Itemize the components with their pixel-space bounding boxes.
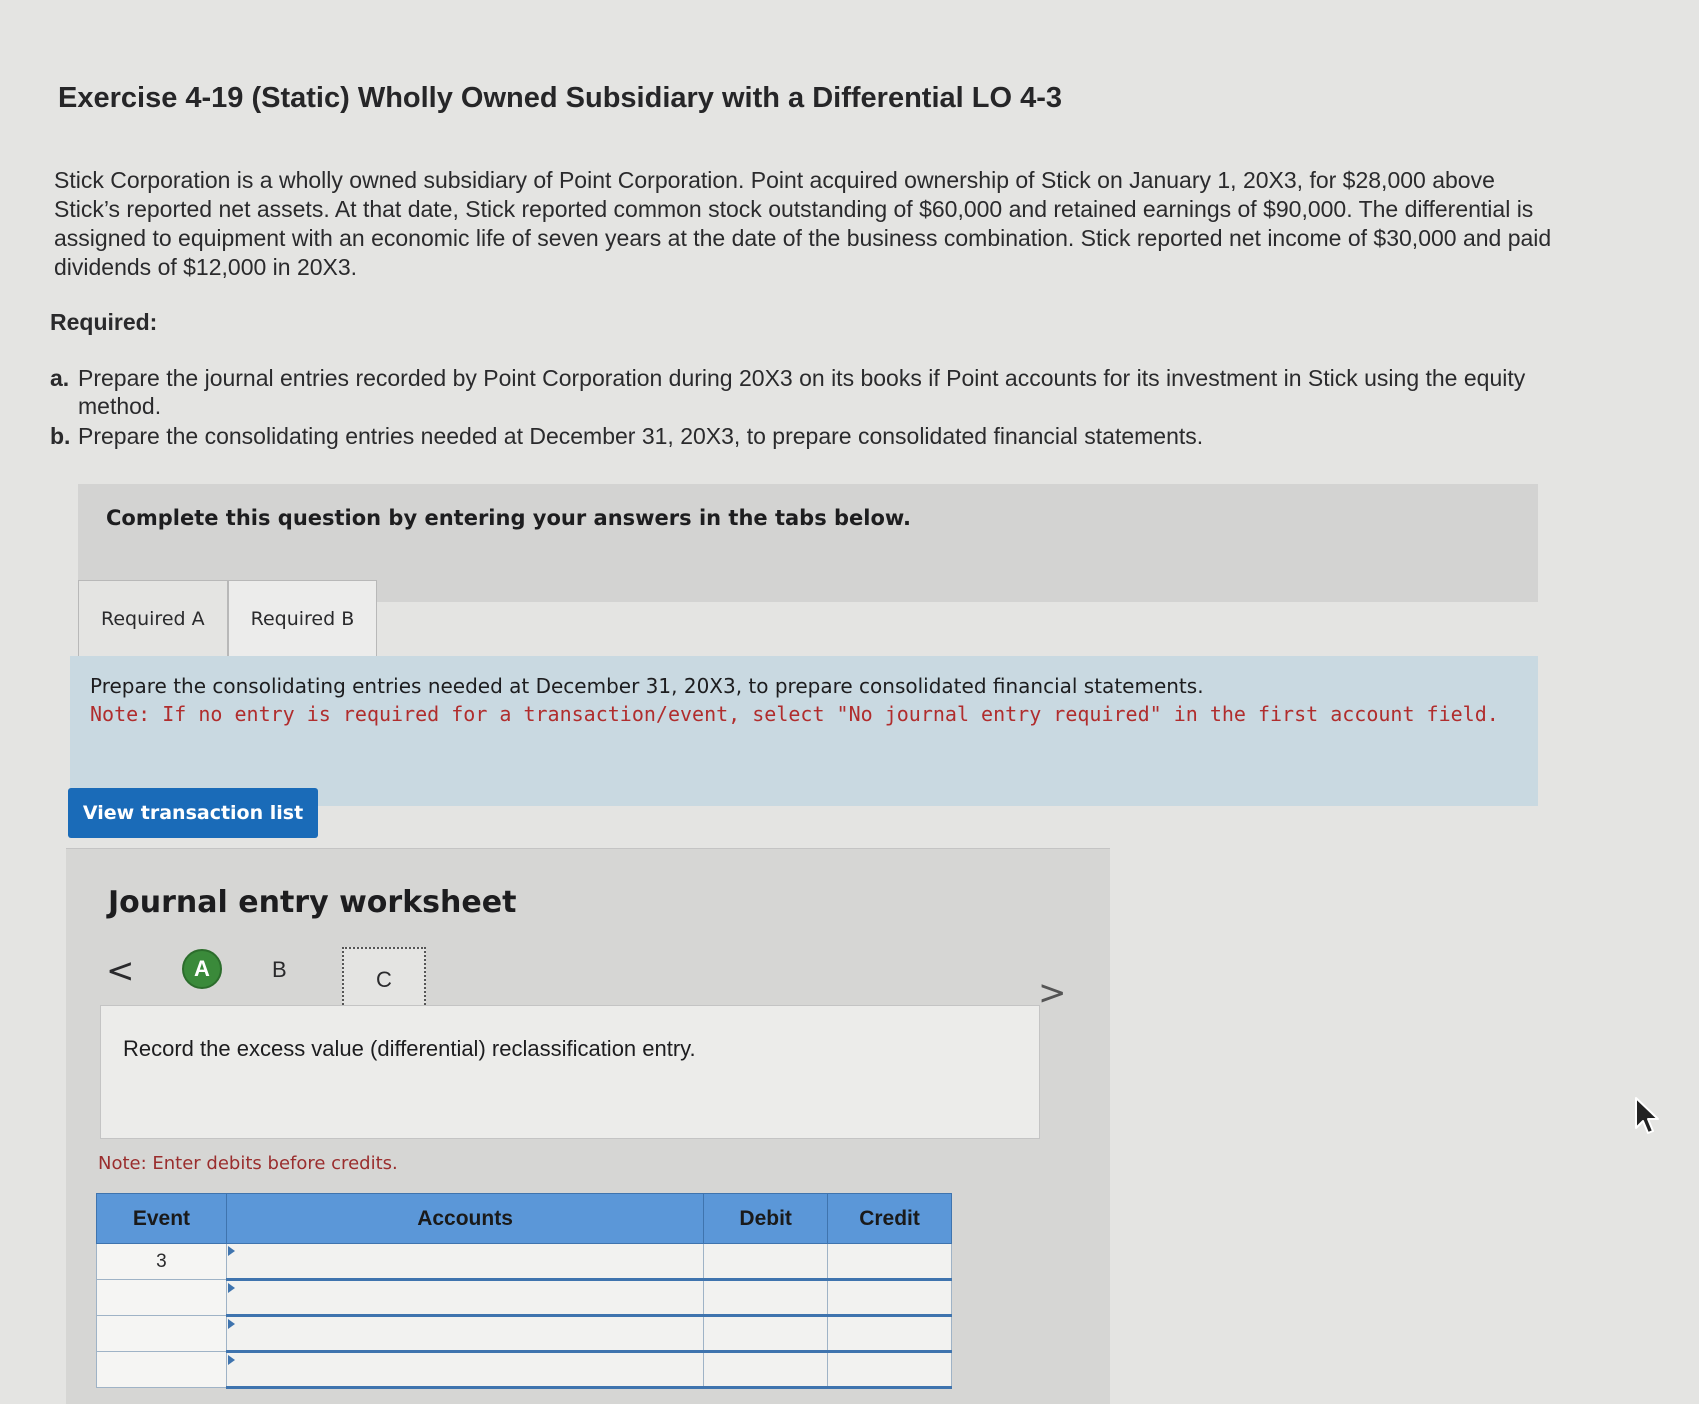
table-header-row: Event Accounts Debit Credit: [96, 1193, 952, 1244]
journal-entry-table: Event Accounts Debit Credit 3: [96, 1193, 952, 1389]
account-select[interactable]: [225, 1351, 705, 1389]
dropdown-marker-icon: [227, 1283, 235, 1293]
mouse-cursor-icon: [1635, 1097, 1659, 1134]
requirement-text: Prepare the journal entries recorded by …: [78, 365, 1526, 419]
tab-required-a[interactable]: Required A: [78, 580, 228, 656]
event-cell: [96, 1351, 227, 1388]
credit-input[interactable]: [827, 1279, 952, 1317]
table-row: [96, 1279, 952, 1317]
column-header-accounts: Accounts: [225, 1193, 705, 1244]
prompt-note: Note: If no entry is required for a tran…: [90, 702, 1499, 726]
event-cell: 3: [96, 1243, 227, 1280]
debit-input[interactable]: [703, 1351, 829, 1389]
instruction-text: Complete this question by entering your …: [106, 506, 911, 530]
chevron-right-icon[interactable]: >: [1038, 973, 1067, 1013]
dropdown-marker-icon: [227, 1355, 235, 1365]
requirement-item: a. Prepare the journal entries recorded …: [50, 364, 1530, 420]
dropdown-marker-icon: [227, 1319, 235, 1329]
table-row: [96, 1315, 952, 1353]
debit-input[interactable]: [703, 1279, 829, 1317]
requirement-letter: a.: [50, 365, 70, 391]
requirement-letter: b.: [50, 423, 71, 449]
credit-input[interactable]: [827, 1351, 952, 1389]
account-select[interactable]: [225, 1315, 705, 1353]
credit-input[interactable]: [827, 1243, 952, 1281]
chevron-left-icon[interactable]: <: [106, 951, 135, 991]
account-select[interactable]: [225, 1279, 705, 1317]
column-header-event: Event: [96, 1193, 227, 1244]
record-instruction-box: Record the excess value (differential) r…: [100, 1005, 1040, 1139]
column-header-credit: Credit: [827, 1193, 952, 1244]
event-cell: [96, 1315, 227, 1352]
prompt-text: Prepare the consolidating entries needed…: [90, 674, 1204, 698]
step-c-button[interactable]: C: [342, 947, 426, 1013]
event-cell: [96, 1279, 227, 1316]
requirement-text: Prepare the consolidating entries needed…: [78, 423, 1204, 449]
debit-input[interactable]: [703, 1315, 829, 1353]
account-select[interactable]: [225, 1243, 705, 1281]
tab-required-b[interactable]: Required B: [227, 580, 378, 656]
requirement-item: b. Prepare the consolidating entries nee…: [50, 422, 1530, 450]
step-b-button[interactable]: B: [272, 957, 287, 983]
requirements-list: a. Prepare the journal entries recorded …: [50, 364, 1530, 452]
step-a-button[interactable]: A: [182, 949, 222, 989]
table-row: 3: [96, 1243, 952, 1281]
dropdown-marker-icon: [227, 1246, 235, 1256]
debit-input[interactable]: [703, 1243, 829, 1281]
worksheet-title: Journal entry worksheet: [108, 885, 517, 920]
journal-entry-worksheet: Journal entry worksheet < A B C > Record…: [66, 848, 1110, 1404]
required-heading: Required:: [50, 309, 158, 335]
problem-intro: Stick Corporation is a wholly owned subs…: [54, 167, 1552, 280]
record-instruction-text: Record the excess value (differential) r…: [123, 1036, 696, 1061]
prompt-panel: Prepare the consolidating entries needed…: [70, 656, 1538, 806]
worksheet-note: Note: Enter debits before credits.: [98, 1153, 398, 1174]
table-row: [96, 1351, 952, 1389]
view-transaction-list-button[interactable]: View transaction list: [68, 788, 318, 838]
credit-input[interactable]: [827, 1315, 952, 1353]
page-title: Exercise 4-19 (Static) Wholly Owned Subs…: [58, 82, 1062, 114]
column-header-debit: Debit: [703, 1193, 829, 1244]
tab-bar: Required A Required B: [78, 580, 378, 656]
